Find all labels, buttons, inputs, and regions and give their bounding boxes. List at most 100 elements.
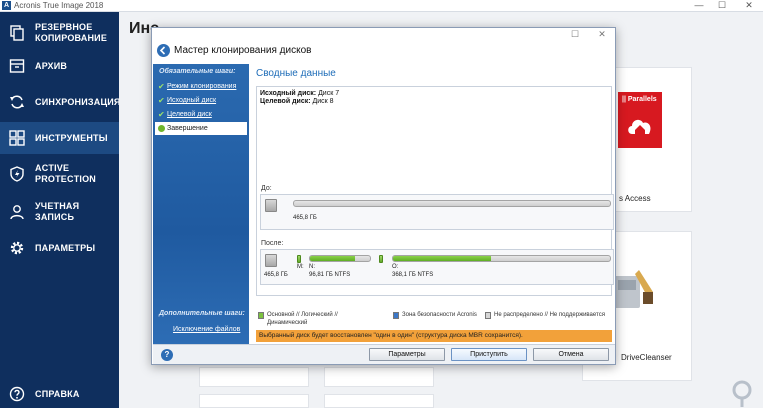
partition-o-size: 368,1 ГБ NTFS	[392, 272, 434, 278]
app-title: Acronis True Image 2018	[14, 1, 104, 10]
legend-text: Основной // Логический // Динамический	[267, 312, 338, 326]
partition-fill-n	[310, 256, 355, 261]
acronis-logo-icon: A	[2, 1, 11, 10]
parallels-brand: || Parallels	[622, 96, 657, 103]
minimize-button[interactable]: —	[690, 0, 708, 12]
source-disk-line: Исходный диск: Диск 7	[260, 90, 339, 97]
current-step-icon	[158, 125, 165, 132]
summary-panel: Сводные данные Исходный диск: Диск 7 Цел…	[253, 64, 615, 344]
shield-icon	[10, 166, 24, 182]
source-disk-label: Исходный диск:	[260, 90, 317, 97]
exclude-files-link[interactable]: Исключение файлов	[173, 326, 240, 333]
back-arrow-icon[interactable]	[157, 44, 170, 57]
target-disk-line: Целевой диск: Диск 8	[260, 98, 334, 105]
check-icon: ✔	[158, 96, 165, 105]
step-clone-mode[interactable]: ✔ Режим клонирования	[155, 80, 247, 93]
sidebar-item-label: ACTIVE	[35, 163, 70, 173]
dialog-title: Мастер клонирования дисков	[174, 45, 312, 56]
legend-text: Не распределено // Не поддерживается	[494, 312, 605, 318]
sidebar-item-label: СИНХРОНИЗАЦИЯ	[35, 96, 121, 107]
legend-primary: Основной // Логический // Динамический	[258, 311, 373, 327]
parallels-logo: || Parallels	[618, 92, 662, 148]
sidebar-item-label: АРХИВ	[35, 60, 68, 71]
source-disk-value: Диск 7	[318, 90, 340, 97]
sidebar-item-label: СПРАВКА	[35, 388, 80, 399]
partition-o-name: O:	[392, 264, 399, 270]
check-icon: ✔	[158, 82, 165, 91]
copy-icon	[10, 25, 24, 41]
dialog-titlebar: Мастер клонирования дисков ☐ ✕	[152, 28, 615, 64]
partition-bar-before[interactable]	[293, 200, 611, 207]
dialog-maximize-button[interactable]: ☐	[567, 29, 583, 40]
app-titlebar: A Acronis True Image 2018 — ☐ ✕	[0, 0, 763, 12]
user-icon	[10, 205, 24, 220]
sidebar-item-label: УЧЕТНАЯ ЗАПИСЬ	[35, 201, 80, 222]
summary-info-box: Исходный диск: Диск 7 Целевой диск: Диск…	[256, 86, 614, 296]
partition-m-letter: M:	[297, 264, 304, 270]
tool-card[interactable]	[199, 394, 309, 408]
tool-card-label: DriveCleanser	[621, 353, 672, 362]
sidebar-item-label: ПАРАМЕТРЫ	[35, 242, 96, 253]
disk-before-panel: 465,8 ГБ	[260, 194, 614, 230]
partition-n-name: N:	[309, 264, 315, 270]
legend-secure-zone: Зона безопасности Acronis	[393, 311, 483, 319]
sidebar-item-settings[interactable]: ПАРАМЕТРЫ	[0, 236, 119, 260]
hard-disk-icon	[265, 199, 277, 212]
legend-text: Зона безопасности Acronis	[402, 312, 477, 318]
sidebar-item-help[interactable]: СПРАВКА	[0, 382, 119, 406]
dialog-close-button[interactable]: ✕	[594, 29, 610, 40]
tool-card[interactable]	[199, 367, 309, 387]
partition-fill-o	[393, 256, 491, 261]
summary-title: Сводные данные	[256, 68, 336, 79]
target-disk-value: Диск 8	[312, 98, 334, 105]
disk-size-after: 465,8 ГБ	[264, 272, 288, 278]
clone-disk-wizard-dialog: Мастер клонирования дисков ☐ ✕ Обязатель…	[151, 27, 616, 365]
drive-cleanser-icon	[614, 270, 653, 308]
legend-swatch	[393, 312, 399, 319]
sidebar-item-backup[interactable]: РЕЗЕРВНОЕ КОПИРОВАНИЕ	[0, 16, 119, 50]
hard-disk-icon	[265, 254, 277, 267]
step-source-disk[interactable]: ✔ Исходный диск	[155, 94, 247, 107]
disk-after-panel: 465,8 ГБ M: N: 96,81 ГБ NTFS O: 368,1 ГБ…	[260, 249, 614, 285]
archive-icon	[9, 59, 25, 73]
tool-card-label: s Access	[619, 194, 651, 203]
step-label: Целевой диск	[167, 111, 212, 118]
sync-icon	[10, 95, 24, 109]
sidebar-item-archive[interactable]: АРХИВ	[0, 54, 119, 78]
sidebar-item-active-protection[interactable]: ACTIVE PROTECTION	[0, 160, 119, 188]
legend-unallocated: Не распределено // Не поддерживается	[485, 311, 605, 319]
partition-n-size: 96,81 ГБ NTFS	[309, 272, 351, 278]
clone-notice-banner: Выбранный диск будет восстановлен "один …	[256, 330, 612, 342]
close-button[interactable]: ✕	[740, 0, 758, 12]
step-label: Режим клонирования	[167, 83, 237, 90]
tool-card[interactable]	[324, 367, 434, 387]
step-label: Исходный диск	[167, 97, 217, 104]
target-disk-label: Целевой диск:	[260, 98, 311, 105]
gear-icon	[10, 241, 24, 255]
help-icon	[9, 386, 25, 402]
tool-card[interactable]	[324, 394, 434, 408]
step-finish[interactable]: Завершение	[155, 122, 247, 135]
cancel-button[interactable]: Отмена	[533, 348, 609, 361]
proceed-button[interactable]: Приступить	[451, 348, 527, 361]
sidebar-item-account[interactable]: УЧЕТНАЯ ЗАПИСЬ	[0, 200, 119, 224]
parameters-button[interactable]: Параметры	[369, 348, 445, 361]
sidebar-item-label: ИНСТРУМЕНТЫ	[35, 132, 108, 143]
dialog-footer: ? Параметры Приступить Отмена	[153, 344, 615, 364]
sidebar-item-sync[interactable]: СИНХРОНИЗАЦИЯ	[0, 90, 121, 114]
sidebar: РЕЗЕРВНОЕ КОПИРОВАНИЕ АРХИВ СИНХРОНИЗАЦИЯ…	[0, 12, 121, 408]
step-target-disk[interactable]: ✔ Целевой диск	[155, 108, 247, 121]
partition-m-cap	[297, 255, 301, 263]
sidebar-item-tools[interactable]: ИНСТРУМЕНТЫ	[0, 122, 119, 154]
legend-swatch	[258, 312, 264, 319]
mandatory-steps-heading: Обязательные шаги:	[159, 68, 236, 75]
sidebar-item-label: РЕЗЕРВНОЕ	[35, 22, 93, 32]
help-button[interactable]: ?	[161, 349, 173, 361]
after-label: После:	[261, 240, 284, 247]
partition-o-cap	[379, 255, 383, 263]
wizard-steps-panel: Обязательные шаги: ✔ Режим клонирования ✔…	[153, 64, 249, 344]
check-icon: ✔	[158, 110, 165, 119]
partition-bar-o[interactable]	[392, 255, 611, 262]
maximize-button[interactable]: ☐	[713, 0, 731, 12]
partition-bar-n[interactable]	[309, 255, 371, 262]
